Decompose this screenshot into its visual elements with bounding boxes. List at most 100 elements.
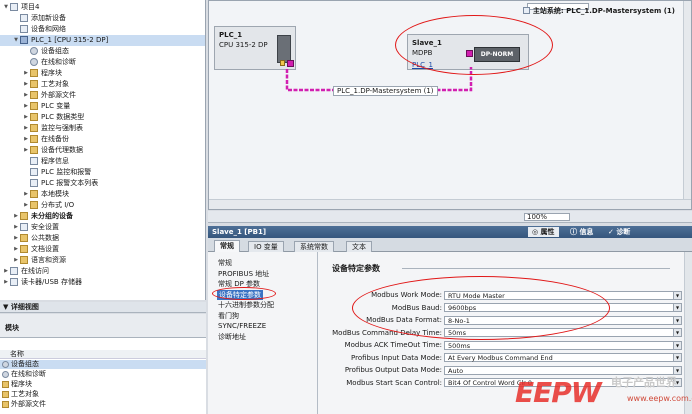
tab-io-tags[interactable]: IO 变量 [248, 241, 284, 252]
expand-arrow-icon[interactable]: ▶ [2, 277, 10, 288]
tab-diagnostics[interactable]: ✓ 诊断 [608, 226, 630, 238]
expand-arrow-icon[interactable]: ▶ [12, 255, 20, 266]
details-row[interactable]: 程序块 [0, 380, 206, 389]
network-horizontal-scrollbar[interactable] [209, 199, 691, 209]
dp-mastersystem-line[interactable] [209, 1, 689, 201]
param-select[interactable]: At Every Modbus Command End ▼ [444, 353, 682, 362]
details-row[interactable]: 在线和诊断 [0, 370, 206, 379]
tree-item[interactable]: ▶ 语言和资源 [0, 255, 205, 266]
tree-item[interactable]: PLC 监控和报警 [0, 167, 205, 178]
param-select[interactable]: 500ms ▼ [444, 340, 682, 350]
tree-item[interactable]: ▶ 工艺对象 [0, 79, 205, 90]
tree-item[interactable]: 设备和网络 [0, 24, 205, 35]
chevron-down-icon[interactable]: ▼ [673, 379, 681, 386]
chevron-down-icon[interactable]: ▼ [673, 341, 681, 349]
tree-item[interactable]: ▶ 文档设置 [0, 244, 205, 255]
tree-item[interactable]: ▶ 设备代理数据 [0, 145, 205, 156]
network-view[interactable]: 主站系统: PLC_1.DP-Mastersystem (1) PLC_1 CP… [208, 0, 692, 210]
expand-arrow-icon[interactable]: ▶ [22, 112, 30, 123]
nav-item[interactable]: 看门狗 [218, 311, 239, 321]
tree-item[interactable]: ▶ 本地模块 [0, 189, 205, 200]
expand-arrow-icon[interactable]: ▶ [22, 68, 30, 79]
expand-arrow-icon[interactable]: ▼ [2, 2, 10, 13]
details-tab-modules[interactable]: 模块 [5, 323, 19, 333]
details-column-header[interactable]: 名称 [0, 350, 206, 359]
chevron-down-icon[interactable]: ▼ [673, 366, 681, 374]
tree-item[interactable]: ▶ 读卡器/USB 存储器 [0, 277, 205, 288]
details-row-label: 工艺对象 [11, 390, 39, 398]
nav-item[interactable]: PROFIBUS 地址 [218, 269, 269, 279]
expand-arrow-icon[interactable]: ▶ [22, 101, 30, 112]
tree-item[interactable]: ▶ 在线备份 [0, 134, 205, 145]
tree-item[interactable]: 程序信息 [0, 156, 205, 167]
tree-item-label: 安全设置 [31, 223, 59, 231]
tree-item[interactable]: ▶ 安全设置 [0, 222, 205, 233]
param-select[interactable]: 8-No-1 ▼ [444, 315, 682, 325]
expand-arrow-icon[interactable]: ▶ [22, 123, 30, 134]
expand-arrow-icon[interactable]: ▶ [22, 189, 30, 200]
expand-arrow-icon[interactable]: ▶ [22, 134, 30, 145]
folder-icon [30, 201, 38, 209]
chevron-down-icon[interactable]: ▼ [673, 354, 681, 361]
param-select[interactable]: Bit4 Of Control Word Clr 0 ▼ [444, 378, 682, 387]
tree-item[interactable]: ▶ 公共数据 [0, 233, 205, 244]
network-vertical-scrollbar[interactable] [683, 1, 691, 201]
expand-arrow-icon[interactable]: ▶ [22, 145, 30, 156]
details-view-header[interactable]: ▼ 详细视图 [0, 302, 206, 313]
tree-item[interactable]: ▶ 监控与强制表 [0, 123, 205, 134]
tree-item[interactable]: ▶ 分布式 I/O [0, 200, 205, 211]
tree-item[interactable]: ▶ PLC 数据类型 [0, 112, 205, 123]
tree-item-label: 本地模块 [41, 190, 69, 198]
tree-item[interactable]: ▶ 在线访问 [0, 266, 205, 277]
dp-mastersystem-label[interactable]: PLC_1.DP-Mastersystem (1) [333, 86, 438, 96]
chevron-down-icon[interactable]: ▼ [673, 291, 681, 299]
chevron-down-icon[interactable]: ▼ [673, 329, 681, 336]
details-row[interactable]: 工艺对象 [0, 390, 206, 399]
tree-item[interactable]: ▶ 未分组的设备 [0, 211, 205, 222]
param-label: Profibus Input Data Mode: [351, 353, 442, 362]
tree-item[interactable]: ▼ PLC_1 [CPU 315-2 DP] [0, 35, 205, 46]
folder-icon [2, 391, 9, 398]
tree-item[interactable]: PLC 报警文本列表 [0, 178, 205, 189]
expand-arrow-icon[interactable]: ▶ [12, 233, 20, 244]
tree-item-label: 在线访问 [21, 267, 49, 275]
param-select[interactable]: RTU Mode Master ▼ [444, 290, 682, 300]
tab-texts[interactable]: 文本 [346, 241, 372, 252]
expand-arrow-icon[interactable]: ▶ [12, 211, 20, 222]
tab-info[interactable]: ⓘ 信息 [570, 226, 593, 238]
tree-item[interactable]: 设备组态 [0, 46, 205, 57]
nav-item[interactable]: 设备特定参数 [217, 289, 263, 300]
details-row[interactable]: 外部源文件 [0, 400, 206, 409]
tab-system-constants[interactable]: 系统常数 [294, 241, 334, 252]
param-select[interactable]: 9600bps ▼ [444, 303, 682, 312]
tree-item[interactable]: ▼ 项目4 [0, 2, 205, 13]
tree-item[interactable]: 在线和诊断 [0, 57, 205, 68]
tree-item[interactable]: ▶ PLC 变量 [0, 101, 205, 112]
tree-item[interactable]: 添加新设备 [0, 13, 205, 24]
nav-item[interactable]: 十六进制参数分配 [218, 300, 274, 310]
tab-general[interactable]: 常规 [214, 240, 240, 252]
expand-arrow-icon[interactable]: ▶ [12, 222, 20, 233]
tree-item[interactable]: ▶ 外部源文件 [0, 90, 205, 101]
expand-arrow-icon[interactable]: ▼ [12, 35, 20, 46]
chevron-down-icon[interactable]: ▼ [673, 316, 681, 324]
nav-item[interactable]: 常规 [218, 258, 232, 268]
expand-arrow-icon[interactable]: ▶ [12, 244, 20, 255]
details-row[interactable]: 设备组态 [0, 360, 206, 369]
nav-item[interactable]: SYNC/FREEZE [218, 321, 266, 331]
expand-arrow-icon[interactable]: ▶ [22, 79, 30, 90]
param-select[interactable]: 50ms ▼ [444, 328, 682, 337]
security-icon [20, 223, 28, 231]
expand-arrow-icon[interactable]: ▶ [22, 90, 30, 101]
project-tree[interactable]: ▼ 项目4 添加新设备 设备和网络 ▼ PLC_1 [CPU 315-2 DP] 设备组态在… [0, 0, 206, 300]
expand-arrow-icon[interactable]: ▶ [2, 266, 10, 277]
inspector-vertical-scrollbar[interactable] [684, 252, 692, 414]
nav-item[interactable]: 常规 DP 参数 [218, 279, 260, 289]
tree-item[interactable]: ▶ 程序块 [0, 68, 205, 79]
zoom-select[interactable]: 100% [524, 213, 570, 221]
param-select[interactable]: Auto ▼ [444, 365, 682, 375]
nav-item[interactable]: 诊断地址 [218, 332, 246, 342]
chevron-down-icon[interactable]: ▼ [673, 304, 681, 311]
expand-arrow-icon[interactable]: ▶ [22, 200, 30, 211]
tab-properties[interactable]: ◎ 属性 [528, 227, 559, 237]
